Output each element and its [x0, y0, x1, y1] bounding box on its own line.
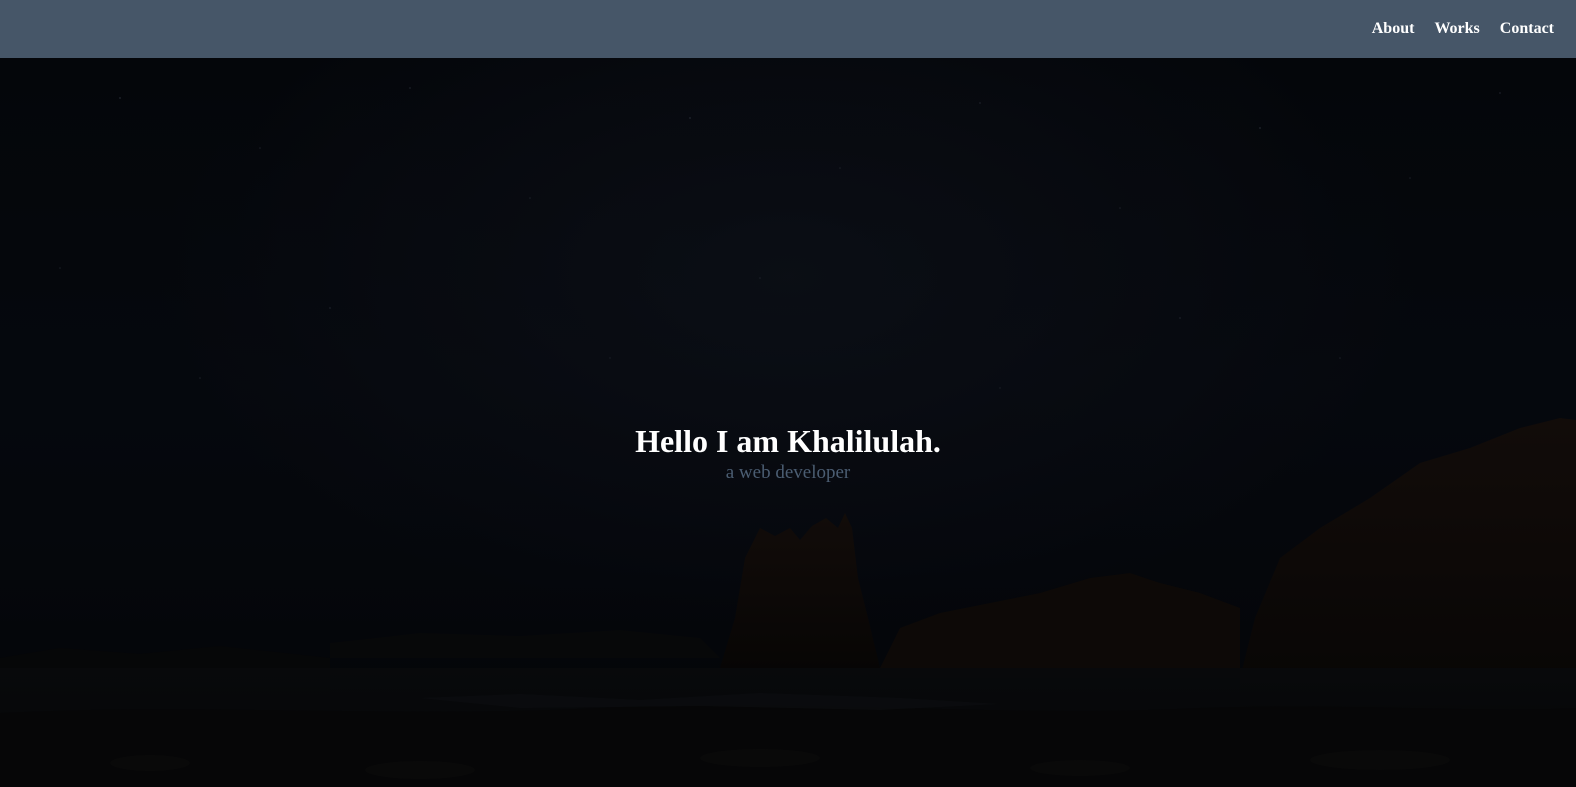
nav-link-contact[interactable]: Contact — [1500, 20, 1554, 37]
hero-subtitle: a web developer — [725, 462, 851, 483]
nav-link-works[interactable]: Works — [1434, 20, 1479, 37]
main-nav: About Works Contact — [1372, 20, 1554, 38]
hero-title: Hello I am Khalilulah. — [635, 423, 941, 459]
nav-link-about[interactable]: About — [1372, 20, 1415, 37]
nav-item-about: About — [1372, 20, 1415, 38]
nav-item-contact: Contact — [1500, 20, 1554, 38]
nav-list: About Works Contact — [1372, 20, 1554, 38]
hero-heading-group: Hello I am Khalilulah. a web developer — [0, 422, 1576, 485]
top-navbar: About Works Contact — [0, 0, 1576, 58]
hero-section: Hello I am Khalilulah. a web developer — [0, 58, 1576, 787]
nav-item-works: Works — [1434, 20, 1479, 38]
